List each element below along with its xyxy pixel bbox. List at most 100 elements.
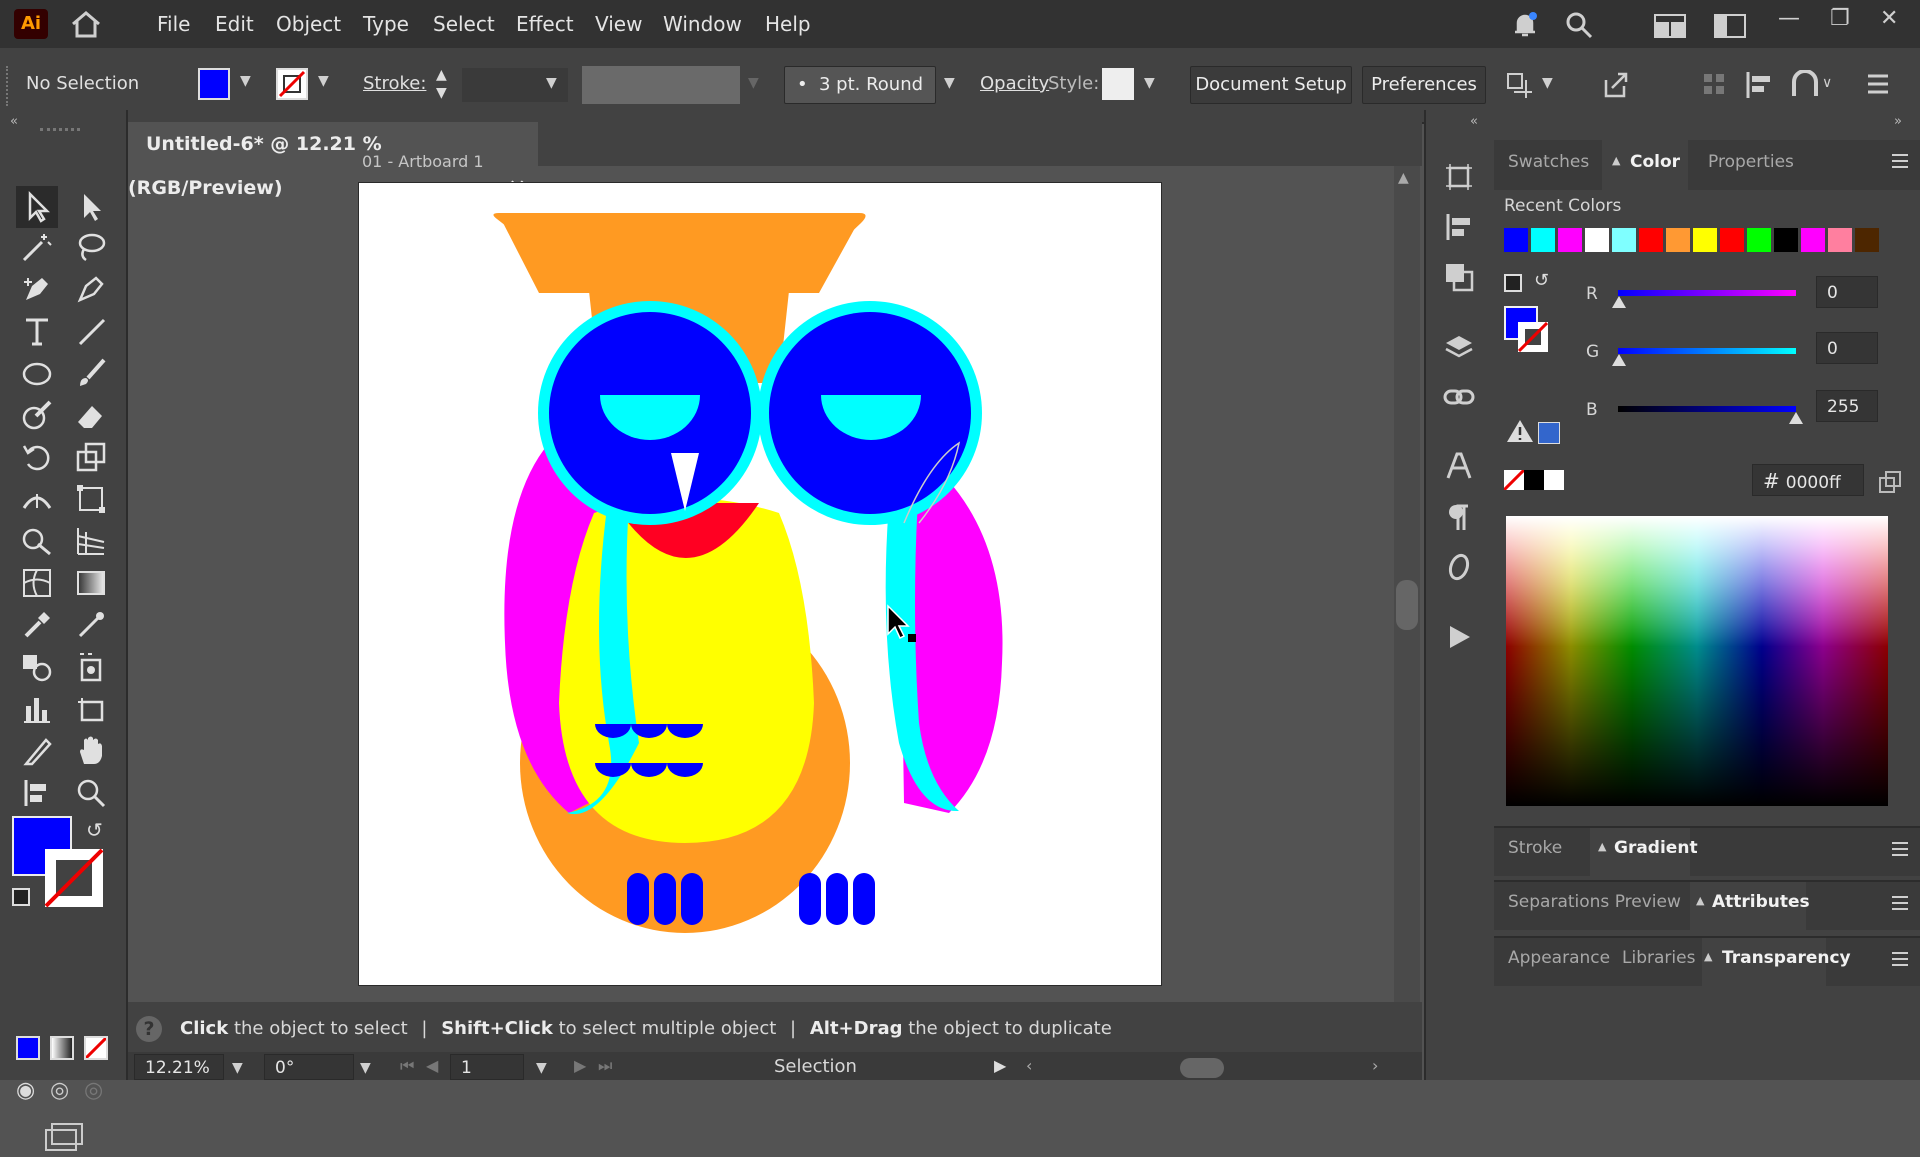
r-slider-thumb[interactable] [1612, 296, 1626, 308]
tab-transparency[interactable]: Transparency [1722, 948, 1851, 968]
search-icon[interactable] [1564, 10, 1594, 45]
last-artboard-icon[interactable]: ⏭ [598, 1056, 612, 1076]
bell-icon[interactable] [1510, 10, 1540, 45]
fill-swatch[interactable] [198, 68, 230, 100]
graphic-style-swatch[interactable] [1102, 68, 1134, 100]
align-left-icon[interactable] [1744, 70, 1774, 105]
recent-color-swatch[interactable] [1639, 228, 1663, 252]
b-slider-thumb[interactable] [1789, 412, 1803, 424]
recent-color-swatch[interactable] [1504, 228, 1528, 252]
lasso-tool-icon[interactable] [74, 230, 108, 264]
artboard-number-field[interactable]: 1 [450, 1054, 524, 1080]
panel-menu-icon[interactable] [1890, 152, 1910, 175]
magic-wand-tool-icon[interactable] [20, 230, 54, 264]
recent-color-swatch[interactable] [1612, 228, 1636, 252]
print-tiling-tool-icon[interactable] [20, 776, 54, 810]
first-artboard-icon[interactable]: ⏮ [400, 1056, 414, 1076]
vertical-scroll-thumb[interactable] [1396, 580, 1418, 630]
web-safe-color-swatch[interactable] [1538, 422, 1560, 444]
minimize-window-icon[interactable]: — [1778, 6, 1800, 31]
artboard[interactable] [359, 183, 1161, 985]
tab-color-toggle-icon[interactable]: ▲ [1612, 154, 1620, 167]
status-menu-icon[interactable]: ▶ [994, 1056, 1006, 1075]
zoom-level-field[interactable]: 12.21% [134, 1054, 224, 1080]
collapse-dock-icon[interactable]: » [1894, 114, 1902, 129]
preferences-button[interactable]: Preferences [1362, 66, 1486, 104]
chevron-down-icon[interactable]: ∨ [1822, 75, 1832, 91]
chevron-down-icon[interactable]: ▼ [240, 73, 251, 89]
actions-panel-icon[interactable] [1442, 620, 1476, 654]
paragraph-panel-icon[interactable] [1442, 500, 1476, 534]
transform-icon[interactable] [1700, 70, 1730, 105]
character-panel-icon[interactable] [1442, 450, 1476, 484]
menu-object[interactable]: Object [276, 12, 341, 36]
panel-menu-icon[interactable] [1866, 72, 1890, 101]
recent-color-swatch[interactable] [1720, 228, 1744, 252]
variable-width-profile[interactable] [582, 66, 740, 104]
out-of-gamut-warning-icon[interactable] [1506, 418, 1534, 449]
document-setup-button[interactable]: Document Setup [1190, 66, 1352, 104]
collapse-panels-icon[interactable]: « [1470, 114, 1478, 129]
white-swatch[interactable] [1544, 470, 1564, 490]
previous-artboard-icon[interactable]: ◀ [426, 1056, 438, 1075]
panel-menu-icon[interactable] [1890, 840, 1910, 863]
shaper-tool-icon[interactable] [20, 398, 54, 432]
export-icon[interactable] [1600, 70, 1630, 105]
shape-builder-icon[interactable] [1790, 69, 1820, 105]
recent-color-swatch[interactable] [1666, 228, 1690, 252]
gradient-mode-icon[interactable] [50, 1036, 74, 1060]
ellipse-tool-icon[interactable] [20, 356, 54, 390]
g-slider-track[interactable] [1618, 348, 1796, 354]
grip-icon[interactable] [6, 66, 12, 106]
opentype-panel-icon[interactable] [1442, 550, 1476, 584]
chevron-down-icon[interactable]: ▼ [546, 75, 557, 91]
eraser-tool-icon[interactable] [74, 398, 108, 432]
brush-definition[interactable]: • 3 pt. Round [784, 66, 936, 104]
align-to-icon[interactable] [1504, 70, 1534, 105]
width-tool-icon[interactable] [20, 482, 54, 516]
recent-color-swatch[interactable] [1558, 228, 1582, 252]
chevron-down-icon[interactable]: ▼ [1542, 75, 1553, 91]
draw-normal-icon[interactable]: ◉ [16, 1078, 35, 1103]
b-slider-track[interactable] [1618, 406, 1796, 412]
mini-stroke-box[interactable] [1517, 321, 1549, 353]
scroll-right-icon[interactable]: › [1372, 1056, 1378, 1075]
zoom-tool-icon[interactable] [74, 776, 108, 810]
menu-edit[interactable]: Edit [215, 12, 254, 36]
curvature-tool-icon[interactable] [74, 272, 108, 306]
g-slider-thumb[interactable] [1612, 354, 1626, 366]
recent-color-swatch[interactable] [1801, 228, 1825, 252]
tab-gradient[interactable]: Gradient [1614, 838, 1698, 858]
pen-tool-icon[interactable] [20, 272, 54, 306]
r-slider-track[interactable] [1618, 290, 1796, 296]
none-mode-icon[interactable] [84, 1036, 108, 1060]
app-logo[interactable]: Ai [14, 9, 48, 39]
panel-menu-icon[interactable] [1890, 894, 1910, 917]
owl-artwork[interactable] [359, 183, 1161, 985]
stroke-color-box[interactable] [44, 848, 104, 908]
menu-effect[interactable]: Effect [516, 12, 574, 36]
opacity-label[interactable]: Opacity [980, 73, 1049, 94]
recent-color-swatch[interactable] [1585, 228, 1609, 252]
pathfinder-panel-icon[interactable] [1442, 260, 1476, 294]
scale-tool-icon[interactable] [74, 440, 108, 474]
shape-builder-tool-icon[interactable] [20, 524, 54, 558]
mesh-tool-icon[interactable] [20, 566, 54, 600]
tab-swatches[interactable]: Swatches [1508, 152, 1589, 172]
menu-help[interactable]: Help [765, 12, 811, 36]
tab-libraries[interactable]: Libraries [1622, 948, 1695, 968]
mini-swap-icon[interactable]: ↺ [1534, 270, 1549, 291]
paintbrush-tool-icon[interactable] [74, 356, 108, 390]
menu-type[interactable]: Type [363, 12, 409, 36]
stroke-swatch[interactable] [276, 68, 308, 100]
menu-file[interactable]: File [157, 12, 190, 36]
horizontal-scroll-thumb[interactable] [1180, 1058, 1224, 1078]
links-panel-icon[interactable] [1442, 380, 1476, 414]
tab-properties[interactable]: Properties [1708, 152, 1794, 172]
slice-tool-icon[interactable] [20, 734, 54, 768]
tab-color[interactable]: Color [1630, 152, 1680, 172]
chevron-down-icon[interactable]: ▼ [360, 1060, 371, 1076]
tab-toggle-icon[interactable]: ▲ [1696, 894, 1704, 907]
recent-color-swatch[interactable] [1693, 228, 1717, 252]
stroke-stepper[interactable]: ▲ ▼ [436, 66, 447, 102]
